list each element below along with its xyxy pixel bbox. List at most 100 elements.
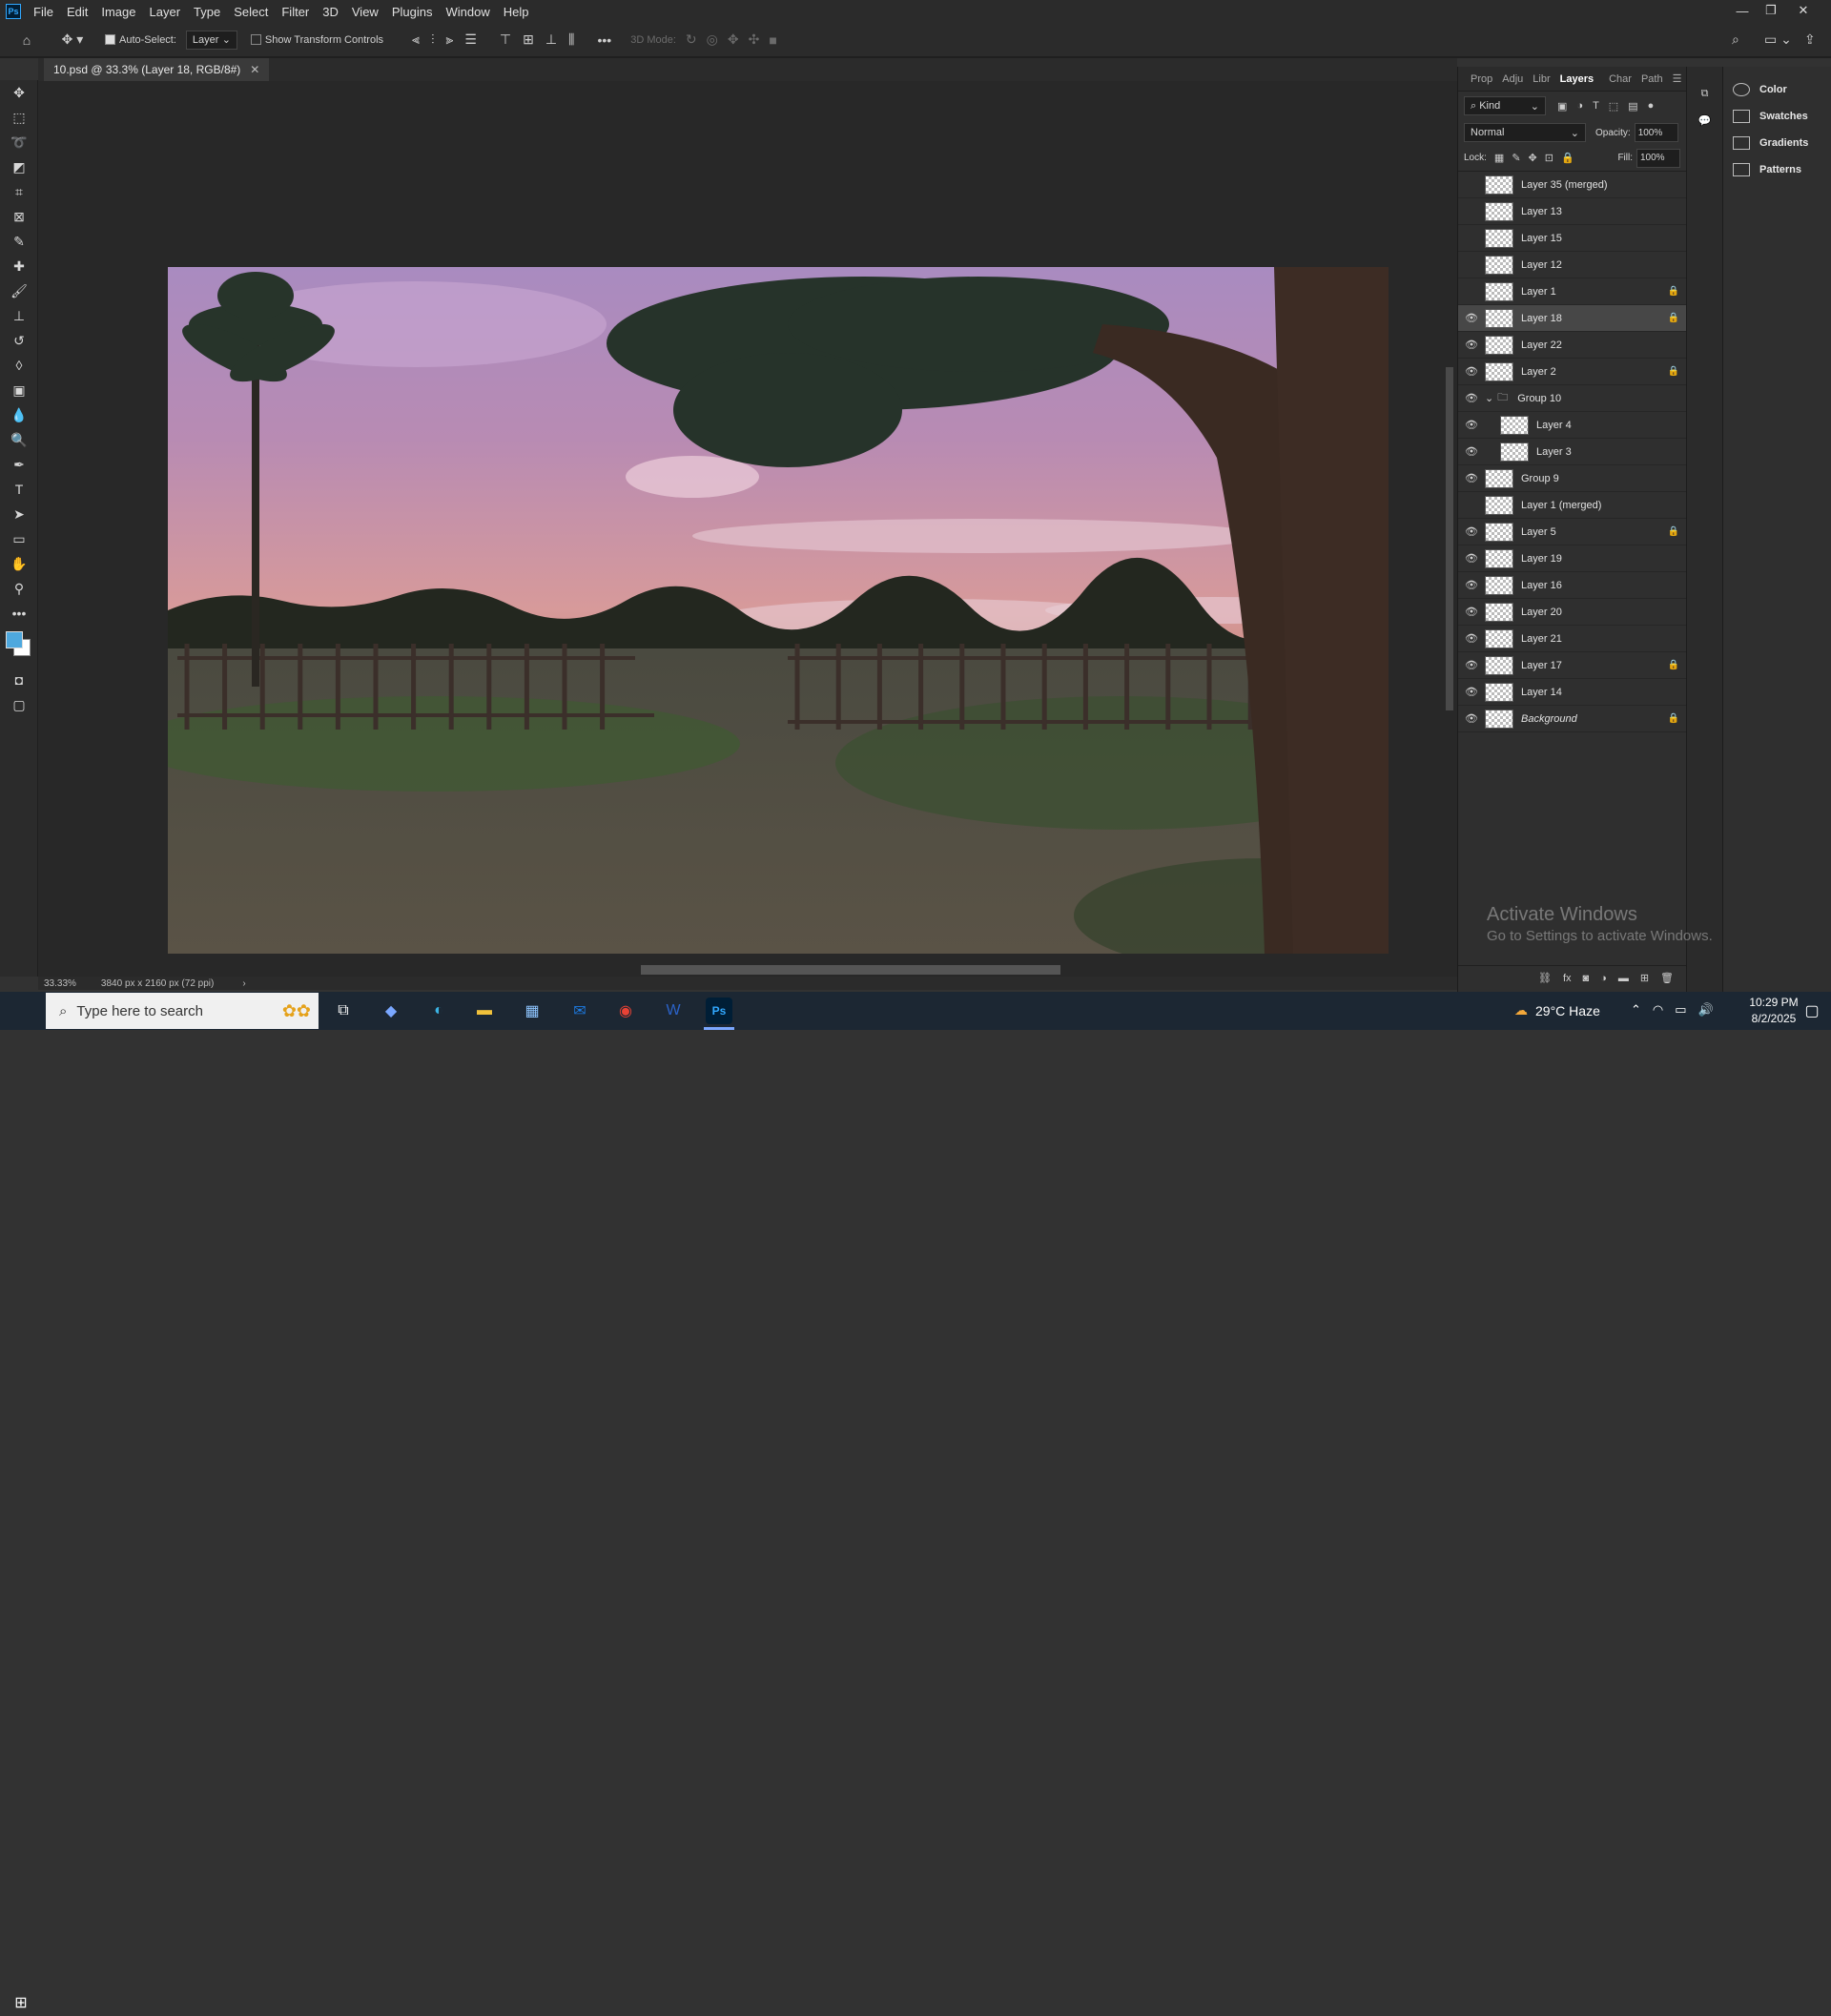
lock-pixels-icon[interactable]: ✎ <box>1512 152 1520 164</box>
layer-row[interactable]: 👁 Background 🔒 <box>1458 706 1686 732</box>
orbit-3d-icon[interactable]: ↻ <box>686 29 697 51</box>
color-swatches[interactable] <box>0 626 37 668</box>
side-item-gradients[interactable]: Gradients <box>1723 130 1831 156</box>
visibility-eye-icon[interactable]: 👁 <box>1458 419 1485 431</box>
workspace-icon[interactable]: ▭ ⌄ <box>1764 29 1792 51</box>
new-group-icon[interactable]: ▬ <box>1618 973 1629 984</box>
tab-layers[interactable]: Layers <box>1555 73 1598 91</box>
filter-smart-object-icon[interactable]: ▤ <box>1628 100 1637 113</box>
pan-3d-icon[interactable]: ✥ <box>728 29 739 51</box>
align-left-icon[interactable]: ⫷ <box>412 29 420 51</box>
lock-artboard-icon[interactable]: ⊡ <box>1545 152 1553 164</box>
visibility-eye-icon[interactable]: 👁 <box>1458 258 1485 271</box>
visibility-eye-icon[interactable]: 👁 <box>1458 632 1485 645</box>
align-top-icon[interactable]: ⊤ <box>500 29 511 51</box>
display-icon[interactable]: ▭ <box>1675 1002 1686 1018</box>
eraser-tool-icon[interactable]: ◊ <box>0 353 38 378</box>
tab-paths[interactable]: Path <box>1636 73 1668 91</box>
frame-tool-icon[interactable]: ⊠ <box>0 204 38 229</box>
tab-properties[interactable]: Prop <box>1466 73 1497 91</box>
filter-kind-dropdown[interactable]: ⌕ Kind ⌄ <box>1464 96 1546 115</box>
task-view-icon[interactable]: ⧉ <box>330 998 357 1024</box>
more-tools-icon[interactable]: ••• <box>0 601 38 626</box>
menu-edit[interactable]: Edit <box>60 5 94 19</box>
fill-input[interactable]: 100% <box>1636 148 1680 168</box>
zoom-tool-icon[interactable]: ⚲ <box>0 576 38 601</box>
adjustment-layer-icon[interactable]: ◑ <box>1600 973 1607 984</box>
lasso-tool-icon[interactable]: ➰ <box>0 130 38 154</box>
gradient-tool-icon[interactable]: ▣ <box>0 378 38 402</box>
notifications-icon[interactable]: ▢ <box>1799 998 1825 1024</box>
menu-window[interactable]: Window <box>439 5 496 19</box>
visibility-eye-icon[interactable]: 👁 <box>1458 365 1485 378</box>
visibility-eye-icon[interactable]: 👁 <box>1458 499 1485 511</box>
share-icon[interactable]: ⇪ <box>1804 29 1816 51</box>
slide-3d-icon[interactable]: ✣ <box>749 29 760 51</box>
visibility-eye-icon[interactable]: 👁 <box>1458 606 1485 618</box>
taskbar-search[interactable]: ⌕ Type here to search ✿✿ <box>46 993 319 1029</box>
layer-row[interactable]: 👁 Layer 13 <box>1458 198 1686 225</box>
layer-row[interactable]: 👁 Group 9 <box>1458 465 1686 492</box>
more-options-icon[interactable]: ••• <box>598 29 612 51</box>
layer-style-icon[interactable]: fx <box>1563 973 1572 984</box>
outlook-icon[interactable]: ✉ <box>566 998 593 1024</box>
filter-toggle-icon[interactable]: ● <box>1648 100 1655 113</box>
auto-select-dropdown[interactable]: Layer ⌄ <box>185 30 237 50</box>
layer-row[interactable]: 👁 Layer 1 (merged) <box>1458 492 1686 519</box>
move-tool-preset-icon[interactable]: ✥ ▾ <box>53 29 92 51</box>
brush-tool-icon[interactable]: 🖌 <box>0 278 38 303</box>
layer-row[interactable]: 👁 Layer 4 <box>1458 412 1686 439</box>
vertical-scrollbar[interactable] <box>1446 367 1453 710</box>
visibility-eye-icon[interactable]: 👁 <box>1458 552 1485 565</box>
blur-tool-icon[interactable]: 💧 <box>0 402 38 427</box>
menu-layer[interactable]: Layer <box>143 5 188 19</box>
weather-widget[interactable]: ☁ 29°C Haze <box>1514 1002 1600 1018</box>
visibility-eye-icon[interactable]: 👁 <box>1458 445 1485 458</box>
layer-row[interactable]: 👁 Layer 22 <box>1458 332 1686 359</box>
zoom-level[interactable]: 33.33% <box>44 978 76 989</box>
tab-adjustments[interactable]: Adju <box>1497 73 1528 91</box>
dodge-tool-icon[interactable]: 🔍 <box>0 427 38 452</box>
search-icon[interactable]: ⌕ <box>1732 29 1739 51</box>
tab-libraries[interactable]: Libr <box>1528 73 1554 91</box>
artwork-canvas[interactable] <box>168 267 1389 954</box>
layer-row[interactable]: 👁 Layer 12 <box>1458 252 1686 278</box>
layer-row[interactable]: 👁 Layer 2 🔒 <box>1458 359 1686 385</box>
add-mask-icon[interactable]: ◙ <box>1583 973 1590 984</box>
document-tab[interactable]: 10.psd @ 33.3% (Layer 18, RGB/8#) ✕ <box>44 58 270 81</box>
layer-row[interactable]: 👁 Layer 19 <box>1458 545 1686 572</box>
align-right-icon[interactable]: ⫸ <box>445 29 453 51</box>
layer-row[interactable]: 👁 Layer 3 <box>1458 439 1686 465</box>
healing-brush-icon[interactable]: ✚ <box>0 254 38 278</box>
align-bottom-icon[interactable]: ⊥ <box>545 29 557 51</box>
file-explorer-icon[interactable]: ▬ <box>471 998 498 1024</box>
opacity-input[interactable]: 100% <box>1634 123 1678 142</box>
visibility-eye-icon[interactable]: 👁 <box>1458 285 1485 298</box>
layer-row[interactable]: 👁 Layer 18 🔒 <box>1458 305 1686 332</box>
eyedropper-tool-icon[interactable]: ✎ <box>0 229 38 254</box>
visibility-eye-icon[interactable]: 👁 <box>1458 392 1485 404</box>
tray-chevron-icon[interactable]: ⌃ <box>1631 1002 1641 1018</box>
side-item-color[interactable]: Color <box>1723 76 1831 103</box>
filter-adjustment-icon[interactable]: ◑ <box>1576 100 1583 113</box>
history-brush-icon[interactable]: ↺ <box>0 328 38 353</box>
move-tool-icon[interactable]: ✥ <box>0 80 38 105</box>
filter-shape-icon[interactable]: ⬚ <box>1609 100 1618 113</box>
menu-type[interactable]: Type <box>187 5 227 19</box>
side-item-swatches[interactable]: Swatches <box>1723 103 1831 130</box>
delete-layer-icon[interactable]: 🗑 <box>1660 972 1674 984</box>
word-icon[interactable]: W <box>660 998 687 1024</box>
visibility-eye-icon[interactable]: 👁 <box>1458 579 1485 591</box>
visibility-eye-icon[interactable]: 👁 <box>1458 686 1485 698</box>
home-icon[interactable]: ⌂ <box>0 29 53 51</box>
menu-file[interactable]: File <box>27 5 60 19</box>
menu-view[interactable]: View <box>345 5 385 19</box>
chrome-icon[interactable]: ◉ <box>612 998 639 1024</box>
close-tab-icon[interactable]: ✕ <box>250 63 259 76</box>
lock-all-icon[interactable]: 🔒 <box>1561 152 1574 164</box>
restore-icon[interactable]: ❐ <box>1757 0 1785 21</box>
layer-row[interactable]: 👁 Layer 15 <box>1458 225 1686 252</box>
edge-icon[interactable]: ◐ <box>425 998 452 1024</box>
menu-plugins[interactable]: Plugins <box>385 5 440 19</box>
path-select-tool-icon[interactable]: ➤ <box>0 502 38 526</box>
